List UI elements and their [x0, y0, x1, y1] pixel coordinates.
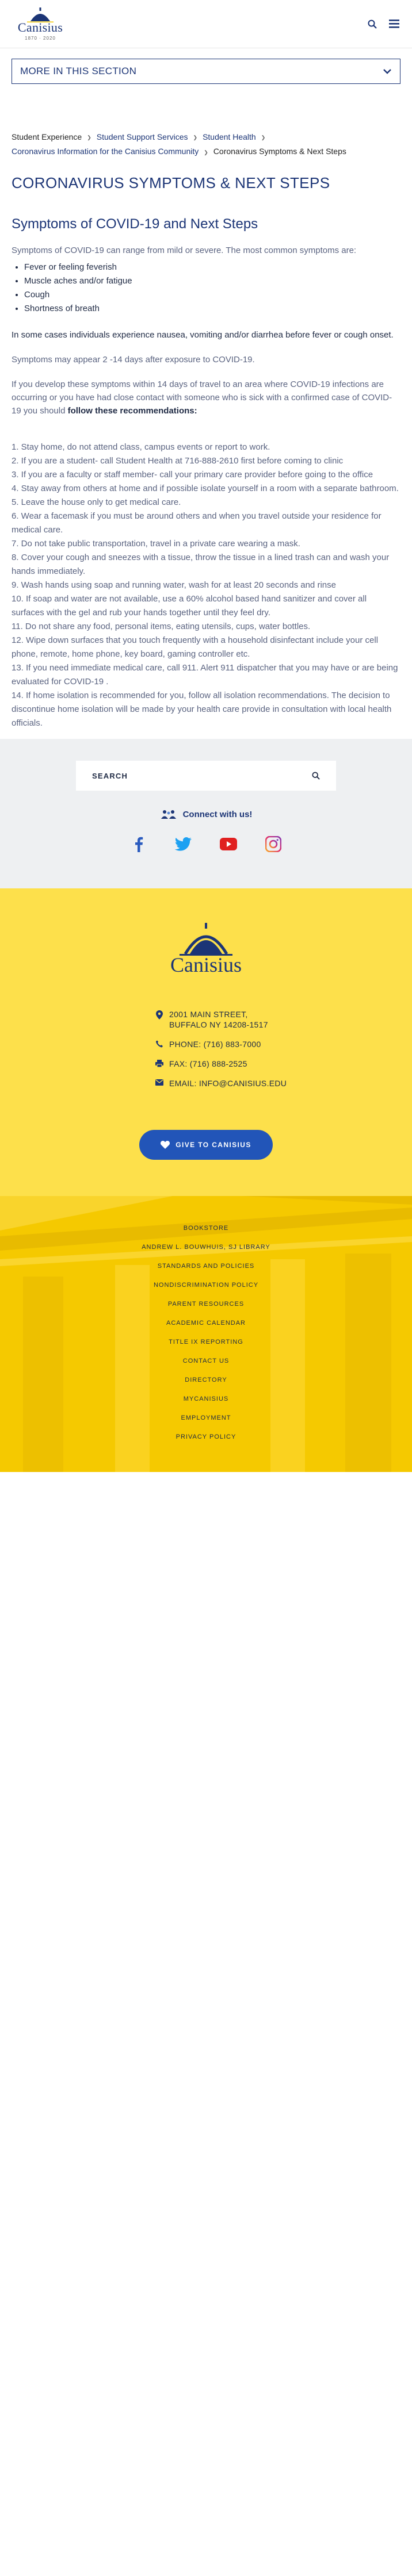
footer-link-employment[interactable]: EMPLOYMENT: [0, 1409, 412, 1428]
footer-link-academic-calendar[interactable]: ACADEMIC CALENDAR: [0, 1314, 412, 1333]
youtube-icon[interactable]: [220, 835, 237, 853]
header-icons: [366, 18, 400, 30]
list-item: Shortness of breath: [24, 302, 400, 316]
recommendation-item: 13. If you need immediate medical care, …: [12, 662, 398, 687]
list-item: Muscle aches and/or fatigue: [24, 274, 400, 288]
breadcrumb: Student Experience ❯ Student Support Servi…: [12, 130, 400, 159]
recommendation-item: 1. Stay home, do not attend class, campu…: [12, 442, 270, 452]
footer-link-directory[interactable]: DIRECTORY: [0, 1371, 412, 1390]
appear-paragraph: Symptoms may appear 2 -14 days after exp…: [12, 354, 255, 365]
email-text: EMAIL: INFO@CANISIUS.EDU: [169, 1079, 287, 1088]
recommendation-item: 12. Wipe down surfaces that you touch fr…: [12, 635, 379, 659]
give-button-label: GIVE TO CANISIUS: [176, 1141, 251, 1149]
social-links: [0, 835, 412, 853]
phone-text: PHONE: (716) 883-7000: [169, 1040, 261, 1049]
blank-page-area: [0, 1472, 412, 2576]
page-title: CORONAVIRUS SYMPTOMS & NEXT STEPS: [12, 174, 330, 191]
search-icon[interactable]: [312, 772, 320, 780]
logo-years: 1870 · 2020: [25, 35, 56, 41]
recommendation-item: 9. Wash hands using soap and running wat…: [12, 580, 336, 590]
canisius-logo[interactable]: Canisius 1870 · 2020: [12, 7, 69, 41]
intro-paragraph: Symptoms of COVID-19 can range from mild…: [12, 245, 357, 255]
list-item: Fever or feeling feverish: [24, 260, 400, 274]
other-symptoms-paragraph: In some cases individuals experience nau…: [12, 329, 394, 340]
footer-link-title-ix[interactable]: TITLE IX REPORTING: [0, 1333, 412, 1352]
footer-link-standards[interactable]: STANDARDS AND POLICIES: [0, 1257, 412, 1276]
breadcrumb-item-student-support-services[interactable]: Student Support Services: [97, 132, 188, 141]
footer-link-contact-us[interactable]: CONTACT US: [0, 1352, 412, 1371]
develop-bold-text: follow these recommendations:: [67, 405, 197, 416]
recommendation-item: 7. Do not take public transportation, tr…: [12, 538, 300, 549]
footer-links-section: BOOKSTORE ANDREW L. BOUWHUIS, SJ LIBRARY…: [0, 1196, 412, 1472]
breadcrumb-separator-icon: ❯: [204, 149, 208, 155]
fax-text: FAX: (716) 888-2525: [169, 1059, 247, 1068]
section-heading: Symptoms of COVID-19 and Next Steps: [12, 216, 258, 232]
instagram-icon[interactable]: [265, 835, 282, 853]
address-line-1: 2001 MAIN STREET,: [169, 1010, 248, 1019]
breadcrumb-separator-icon: ❯: [193, 135, 198, 141]
chevron-down-icon: [383, 69, 391, 74]
breadcrumb-item-student-health[interactable]: Student Health: [203, 132, 256, 141]
address-text: 2001 MAIN STREET, BUFFALO NY 14208-1517: [169, 1009, 268, 1030]
map-pin-icon: [156, 1010, 163, 1019]
phone-row[interactable]: PHONE: (716) 883-7000: [155, 1039, 305, 1049]
recommendation-item: 3. If you are a faculty or staff member-…: [12, 469, 373, 480]
article-body: Symptoms of COVID-19 can range from mild…: [12, 244, 400, 730]
search-label: SEARCH: [92, 771, 128, 780]
develop-paragraph: If you develop these symptoms within 14 …: [12, 378, 400, 417]
search-icon[interactable]: [366, 18, 379, 30]
breadcrumb-separator-icon: ❯: [261, 135, 266, 141]
connect-section: SEARCH Connect with us!: [0, 739, 412, 888]
address-row: 2001 MAIN STREET, BUFFALO NY 14208-1517: [155, 1009, 305, 1030]
footer-link-privacy-policy[interactable]: PRIVACY POLICY: [0, 1428, 412, 1447]
footer-link-bookstore[interactable]: BOOKSTORE: [0, 1219, 412, 1238]
recommendation-item: 6. Wear a facemask if you must be around…: [12, 511, 382, 535]
breadcrumb-item-student-experience[interactable]: Student Experience: [12, 132, 82, 141]
footer-nav: BOOKSTORE ANDREW L. BOUWHUIS, SJ LIBRARY…: [0, 1219, 412, 1447]
phone-icon: [156, 1040, 163, 1048]
footer-contact: Canisius 2001 MAIN STREET, BUFFALO NY 14…: [0, 888, 412, 1196]
facebook-icon[interactable]: [130, 835, 147, 853]
hamburger-menu-icon[interactable]: [388, 18, 400, 30]
twitter-icon[interactable]: [175, 835, 192, 853]
recommendation-item: 8. Cover your cough and sneezes with a t…: [12, 552, 390, 576]
connect-label: Connect with us!: [182, 809, 253, 819]
breadcrumb-item-current: Coronavirus Symptoms & Next Steps: [213, 147, 346, 156]
give-to-canisius-button[interactable]: GIVE TO CANISIUS: [139, 1130, 273, 1160]
footer-logo[interactable]: Canisius: [0, 923, 412, 977]
recommendation-item: 2. If you are a student- call Student He…: [12, 455, 344, 466]
recommendation-item: 4. Stay away from others at home and if …: [12, 483, 399, 493]
recommendation-item: 5. Leave the house only to get medical c…: [12, 497, 181, 507]
more-in-this-section-dropdown[interactable]: MORE IN THIS SECTION: [12, 59, 400, 84]
logo-text: Canisius: [17, 20, 63, 34]
breadcrumb-separator-icon: ❯: [87, 135, 91, 141]
footer-link-mycanisius[interactable]: MYCANISIUS: [0, 1390, 412, 1409]
connect-heading: Connect with us!: [0, 809, 412, 819]
heart-icon: [161, 1141, 170, 1149]
breadcrumb-item-coronavirus-info[interactable]: Coronavirus Information for the Canisius…: [12, 147, 199, 156]
footer-logo-text: Canisius: [170, 953, 242, 976]
site-header: Canisius 1870 · 2020: [0, 0, 412, 48]
footer-search-input[interactable]: SEARCH: [76, 761, 336, 791]
dome-logo-icon: [180, 923, 232, 956]
address-line-2: BUFFALO NY 14208-1517: [169, 1020, 268, 1029]
recommendation-item: 11. Do not share any food, personal item…: [12, 621, 311, 631]
footer-link-nondiscrimination[interactable]: NONDISCRIMINATION POLICY: [0, 1276, 412, 1295]
fax-icon: [155, 1060, 163, 1067]
contact-info: 2001 MAIN STREET, BUFFALO NY 14208-1517 …: [155, 1009, 305, 1098]
footer-link-library[interactable]: ANDREW L. BOUWHUIS, SJ LIBRARY: [0, 1238, 412, 1257]
recommendation-item: 14. If home isolation is recommended for…: [12, 690, 392, 728]
envelope-icon: [155, 1079, 163, 1086]
recommendation-list: 1. Stay home, do not attend class, campu…: [12, 440, 400, 730]
fax-row: FAX: (716) 888-2525: [155, 1059, 305, 1069]
people-icon: [161, 810, 176, 819]
list-item: Cough: [24, 288, 400, 302]
section-menu-label: MORE IN THIS SECTION: [20, 66, 137, 76]
footer-link-parent-resources[interactable]: PARENT RESOURCES: [0, 1295, 412, 1314]
recommendation-item: 10. If soap and water are not available,…: [12, 593, 367, 618]
symptom-list: Fever or feeling feverish Muscle aches a…: [24, 260, 400, 316]
email-row[interactable]: EMAIL: INFO@CANISIUS.EDU: [155, 1078, 305, 1088]
